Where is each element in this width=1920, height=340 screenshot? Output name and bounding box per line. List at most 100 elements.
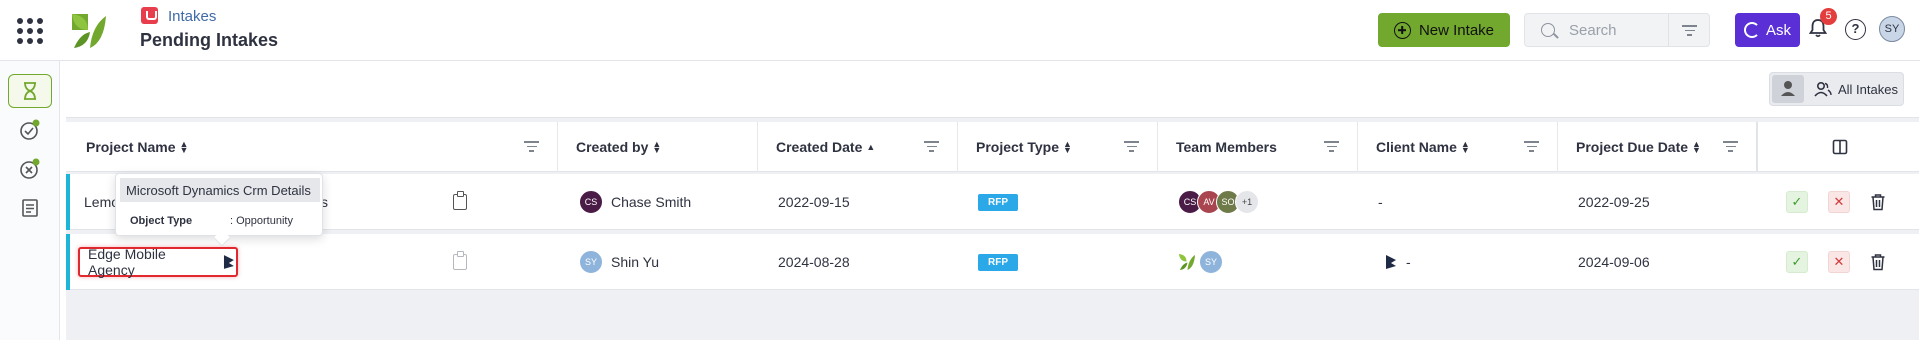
columns-layout-icon[interactable] [1832, 139, 1848, 155]
column-project-type[interactable]: Project Type ▲ ▼ [958, 122, 1158, 172]
due-date-cell: 2022-09-25 [1578, 194, 1650, 210]
column-project-name[interactable]: Project Name ▲ ▼ [66, 122, 558, 172]
avatar: SY [1199, 250, 1223, 274]
tooltip-value: : Opportunity [230, 215, 293, 227]
task-check-icon [20, 119, 40, 140]
client-name-cell: - [1378, 194, 1383, 210]
project-name[interactable]: Edge Mobile Agency [88, 246, 214, 278]
left-rail [0, 61, 60, 340]
app-launcher-icon[interactable] [17, 18, 43, 44]
ask-button[interactable]: Ask [1735, 13, 1800, 47]
due-date-cell: 2024-09-06 [1578, 254, 1650, 270]
approve-button[interactable]: ✓ [1786, 191, 1808, 213]
plus-circle-icon [1393, 21, 1411, 39]
new-intake-button[interactable]: New Intake [1378, 13, 1510, 47]
dynamics-crm-icon[interactable] [1384, 254, 1398, 270]
column-created-date[interactable]: Created Date ▲ [758, 122, 958, 172]
column-filter-icon[interactable] [1124, 141, 1139, 155]
all-intakes-toggle[interactable]: All Intakes [1808, 75, 1901, 103]
people-icon [1814, 81, 1832, 97]
help-icon[interactable]: ? [1845, 19, 1866, 40]
main-content: All Intakes Project Name ▲ ▼ Created by ▲… [61, 61, 1920, 340]
project-name-cell[interactable]: Lemo [84, 174, 119, 230]
filter-button[interactable] [1668, 13, 1710, 47]
created-by-name: Shin Yu [611, 254, 660, 270]
trash-icon[interactable] [1870, 253, 1886, 271]
intake-status-icon [20, 158, 40, 179]
clipboard-glyph [453, 251, 467, 270]
search-icon [1541, 23, 1555, 37]
table-row[interactable]: Lemo s CS Chase Smith 2022-09-15 RFP CS … [66, 174, 1919, 230]
client-name: - [1406, 254, 1411, 270]
team-members-cell: SY [1178, 234, 1223, 290]
column-label: Project Name [86, 139, 176, 155]
column-label: Project Type [976, 139, 1059, 155]
tooltip-key: Object Type [130, 215, 193, 227]
project-type-badge: RFP [978, 253, 1018, 271]
all-intakes-label: All Intakes [1838, 81, 1898, 97]
crm-details-tooltip: Microsoft Dynamics Crm Details Object Ty… [115, 173, 323, 247]
column-filter-icon[interactable] [924, 141, 939, 155]
clipboard-glyph [453, 191, 467, 210]
intakes-icon [141, 7, 158, 24]
column-label: Created Date [776, 139, 863, 155]
ask-label: Ask [1765, 21, 1791, 39]
team-more-count[interactable]: +1 [1235, 190, 1259, 214]
view-toggle: All Intakes [1769, 72, 1904, 106]
column-filter-icon[interactable] [1324, 141, 1339, 155]
brand-logo-icon [1178, 253, 1196, 271]
project-type-badge: RFP [978, 193, 1018, 211]
project-type-cell: RFP [978, 174, 1018, 230]
hourglass-icon [24, 82, 36, 100]
table-header: Project Name ▲ ▼ Created by ▲ ▼ Created Da… [66, 122, 1919, 172]
rail-item-rejected[interactable] [8, 152, 52, 186]
intakes-table: Project Name ▲ ▼ Created by ▲ ▼ Created Da… [66, 117, 1919, 340]
form-list-icon [22, 199, 38, 217]
sort-icon[interactable]: ▲ ▼ [1461, 140, 1470, 155]
clipboard-icon[interactable] [453, 234, 467, 290]
page-title: Pending Intakes [140, 30, 279, 50]
breadcrumb-intakes[interactable]: Intakes [168, 8, 216, 25]
team-members-cell: CS AV SO +1 [1178, 174, 1259, 230]
column-settings[interactable] [1760, 122, 1919, 172]
created-by-cell: SY Shin Yu [579, 234, 659, 290]
column-client-name[interactable]: Client Name ▲ ▼ [1358, 122, 1558, 172]
column-filter-icon[interactable] [1524, 141, 1539, 155]
ask-ai-icon [1743, 22, 1760, 38]
sort-icon[interactable]: ▲ ▼ [179, 140, 188, 155]
avatar: CS [579, 190, 603, 214]
brand-logo [72, 14, 106, 48]
notification-badge: 5 [1820, 8, 1837, 25]
reject-button[interactable]: ✕ [1828, 251, 1850, 273]
row-actions: ✓ ✕ [1786, 234, 1886, 290]
sort-icon[interactable]: ▲ ▼ [1692, 140, 1701, 155]
trash-icon[interactable] [1870, 193, 1886, 211]
top-header: Intakes Pending Intakes New Intake Ask 5… [0, 0, 1920, 61]
column-label: Client Name [1376, 139, 1457, 155]
column-filter-icon[interactable] [524, 141, 539, 155]
sort-icon[interactable]: ▲ ▼ [652, 140, 661, 155]
user-avatar[interactable]: SY [1879, 16, 1905, 42]
column-team-members[interactable]: Team Members [1158, 122, 1358, 172]
tooltip-title: Microsoft Dynamics Crm Details [120, 178, 320, 202]
dynamics-crm-icon[interactable] [222, 254, 236, 270]
search-input[interactable] [1569, 22, 1665, 39]
rail-item-forms[interactable] [8, 191, 52, 225]
filter-icon [1682, 25, 1697, 39]
table-row[interactable]: SY Shin Yu 2024-08-28 RFP SY - 2024-09-0… [66, 234, 1919, 290]
column-project-due-date[interactable]: Project Due Date ▲ ▼ [1558, 122, 1758, 172]
column-created-by[interactable]: Created by ▲ ▼ [558, 122, 758, 172]
sort-icon[interactable]: ▲ ▼ [1063, 140, 1072, 155]
project-name[interactable]: Lemo [84, 194, 119, 210]
sort-asc-icon[interactable]: ▲ [866, 143, 875, 152]
person-icon [1781, 81, 1795, 96]
rail-item-pending-intakes[interactable] [8, 74, 52, 108]
column-filter-icon[interactable] [1723, 141, 1738, 155]
clipboard-icon[interactable] [453, 174, 467, 230]
reject-button[interactable]: ✕ [1828, 191, 1850, 213]
rail-item-approved[interactable] [8, 113, 52, 147]
created-by-name: Chase Smith [611, 194, 692, 210]
my-intakes-toggle[interactable] [1772, 75, 1804, 103]
approve-button[interactable]: ✓ [1786, 251, 1808, 273]
project-name-highlighted[interactable]: Edge Mobile Agency [78, 246, 238, 278]
